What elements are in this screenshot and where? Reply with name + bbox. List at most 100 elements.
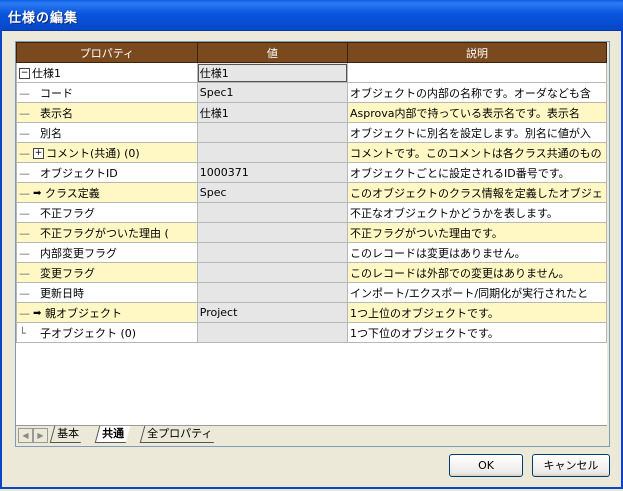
tree-line-icon: — bbox=[19, 286, 30, 300]
description-cell: オブジェクトごとに設定されるID番号です。 bbox=[347, 162, 607, 183]
description-cell: オブジェクトに別名を設定します。別名に値が入 bbox=[347, 122, 607, 143]
table-row[interactable]: — 別名 オブジェクトに別名を設定します。別名に値が入 bbox=[16, 122, 607, 143]
property-cell[interactable]: — オブジェクトID bbox=[16, 162, 198, 183]
tree-end-icon: └ bbox=[19, 326, 26, 340]
value-cell[interactable]: Project bbox=[196, 302, 349, 323]
property-label: 表示名 bbox=[40, 106, 73, 120]
property-label: 変更フラグ bbox=[40, 266, 95, 280]
property-label: 不正フラグ bbox=[40, 206, 95, 220]
value-cell[interactable] bbox=[196, 122, 349, 143]
tree-line-icon: — bbox=[19, 106, 30, 120]
tab-scroll-right-icon[interactable]: ▶ bbox=[33, 428, 48, 443]
tree-line-icon: — bbox=[19, 206, 30, 220]
table-row[interactable]: — ➡ クラス定義 Spec このオブジェクトのクラス情報を定義したオブジェ bbox=[16, 182, 607, 203]
property-label: コード bbox=[40, 86, 73, 100]
property-table: プロパティ 値 説明 − 仕様1 仕様1— コード Spec1 オブジェクトの内部の名称… bbox=[16, 42, 607, 343]
property-cell[interactable]: − 仕様1 bbox=[16, 62, 198, 83]
table-row[interactable]: — 不正フラグがついた理由 ( 不正フラグがついた理由です。 bbox=[16, 222, 607, 243]
tab-common[interactable]: 共通 bbox=[94, 426, 131, 443]
description-cell: 1つ下位のオブジェクトです。 bbox=[347, 322, 607, 343]
value-cell[interactable]: 仕様1 bbox=[196, 102, 349, 123]
property-grid[interactable]: プロパティ 値 説明 − 仕様1 仕様1— コード Spec1 オブジェクトの内部の名称… bbox=[16, 42, 607, 425]
property-cell[interactable]: — 更新日時 bbox=[16, 282, 198, 303]
ok-button[interactable]: OK bbox=[449, 454, 523, 477]
cancel-button[interactable]: キャンセル bbox=[532, 454, 610, 477]
tab-all-properties[interactable]: 全プロパティ bbox=[139, 426, 219, 443]
collapse-icon[interactable]: − bbox=[19, 68, 30, 79]
property-label: 別名 bbox=[40, 126, 62, 140]
table-row[interactable]: — + コメント(共通) (0) コメントです。このコメントは各クラス共通のもの bbox=[16, 142, 607, 163]
table-row[interactable]: — 変更フラグ このレコードは外部での変更はありません。 bbox=[16, 262, 607, 283]
property-label: コメント(共通) (0) bbox=[46, 146, 140, 160]
value-cell[interactable] bbox=[196, 242, 349, 263]
value-cell[interactable] bbox=[196, 142, 349, 163]
description-cell: このレコードは変更はありません。 bbox=[347, 242, 607, 263]
value-cell[interactable] bbox=[196, 282, 349, 303]
property-cell[interactable]: — コード bbox=[16, 82, 198, 103]
property-label: 不正フラグがついた理由 ( bbox=[40, 226, 169, 240]
tree-line-icon: — bbox=[19, 226, 30, 240]
description-cell: Asprova内部で持っている表示名です。表示名 bbox=[347, 102, 607, 123]
value-cell[interactable] bbox=[196, 202, 349, 223]
property-cell[interactable]: └ 子オブジェクト (0) bbox=[16, 322, 198, 343]
value-cell[interactable]: 1000371 bbox=[196, 162, 349, 183]
title-bar: 仕様の編集 bbox=[0, 0, 623, 31]
tree-line-icon: — bbox=[19, 126, 30, 140]
tab-scroll-left-icon[interactable]: ◀ bbox=[18, 428, 33, 443]
description-cell: 不正フラグがついた理由です。 bbox=[347, 222, 607, 243]
arrow-right-icon: ➡ bbox=[33, 188, 42, 199]
value-cell[interactable]: Spec bbox=[196, 182, 349, 203]
tree-line-icon: — bbox=[19, 166, 30, 180]
column-header-description[interactable]: 説明 bbox=[347, 42, 607, 63]
property-label: 親オブジェクト bbox=[45, 306, 122, 320]
column-header-property[interactable]: プロパティ bbox=[16, 42, 198, 63]
property-cell[interactable]: — 内部変更フラグ bbox=[16, 242, 198, 263]
table-row[interactable]: — オブジェクトID 1000371 オブジェクトごとに設定されるID番号です。 bbox=[16, 162, 607, 183]
tree-line-icon: — bbox=[19, 146, 30, 160]
description-cell: オブジェクトの内部の名称です。オーダなども含 bbox=[347, 82, 607, 103]
header-row: プロパティ 値 説明 bbox=[16, 42, 607, 63]
property-label: オブジェクトID bbox=[40, 166, 118, 180]
tab-basic[interactable]: 基本 bbox=[49, 426, 86, 443]
value-cell[interactable]: 仕様1 bbox=[196, 62, 349, 83]
expand-icon[interactable]: + bbox=[33, 148, 44, 159]
property-label: 内部変更フラグ bbox=[40, 246, 117, 260]
table-row[interactable]: — ➡ 親オブジェクト Project 1つ上位のオブジェクトです。 bbox=[16, 302, 607, 323]
table-row[interactable]: — 更新日時 インポート/エクスポート/同期化が実行されたと bbox=[16, 282, 607, 303]
property-cell[interactable]: — ➡ 親オブジェクト bbox=[16, 302, 198, 323]
value-cell[interactable] bbox=[196, 222, 349, 243]
property-label: クラス定義 bbox=[45, 186, 100, 200]
property-cell[interactable]: — ➡ クラス定義 bbox=[16, 182, 198, 203]
table-row[interactable]: — 不正フラグ 不正なオブジェクトかどうかを表します。 bbox=[16, 202, 607, 223]
tree-line-icon: — bbox=[19, 86, 30, 100]
property-cell[interactable]: — 表示名 bbox=[16, 102, 198, 123]
description-cell: 1つ上位のオブジェクトです。 bbox=[347, 302, 607, 323]
description-cell: このレコードは外部での変更はありません。 bbox=[347, 262, 607, 283]
column-header-value[interactable]: 値 bbox=[196, 42, 349, 63]
description-cell bbox=[347, 62, 607, 83]
table-row[interactable]: — コード Spec1 オブジェクトの内部の名称です。オーダなども含 bbox=[16, 82, 607, 103]
description-cell: 不正なオブジェクトかどうかを表します。 bbox=[347, 202, 607, 223]
property-cell[interactable]: — + コメント(共通) (0) bbox=[16, 142, 198, 163]
arrow-right-icon: ➡ bbox=[33, 308, 42, 319]
property-cell[interactable]: — 変更フラグ bbox=[16, 262, 198, 283]
description-cell: このオブジェクトのクラス情報を定義したオブジェ bbox=[347, 182, 607, 203]
tree-line-icon: — bbox=[19, 266, 30, 280]
tree-line-icon: — bbox=[19, 186, 30, 200]
table-row[interactable]: └ 子オブジェクト (0) 1つ下位のオブジェクトです。 bbox=[16, 322, 607, 343]
table-row[interactable]: — 内部変更フラグ このレコードは変更はありません。 bbox=[16, 242, 607, 263]
sheet-tabs-bar: ◀ ▶ 基本 共通 全プロパティ bbox=[16, 425, 607, 445]
value-cell[interactable] bbox=[196, 322, 349, 343]
property-label: 更新日時 bbox=[40, 286, 84, 300]
value-cell[interactable] bbox=[196, 262, 349, 283]
property-cell[interactable]: — 不正フラグ bbox=[16, 202, 198, 223]
tree-line-icon: — bbox=[19, 246, 30, 260]
property-cell[interactable]: — 別名 bbox=[16, 122, 198, 143]
table-row[interactable]: − 仕様1 仕様1 bbox=[16, 62, 607, 83]
description-cell: コメントです。このコメントは各クラス共通のもの bbox=[347, 142, 607, 163]
value-cell[interactable]: Spec1 bbox=[196, 82, 349, 103]
property-cell[interactable]: — 不正フラグがついた理由 ( bbox=[16, 222, 198, 243]
window-title: 仕様の編集 bbox=[8, 11, 79, 26]
table-row[interactable]: — 表示名 仕様1 Asprova内部で持っている表示名です。表示名 bbox=[16, 102, 607, 123]
description-cell: インポート/エクスポート/同期化が実行されたと bbox=[347, 282, 607, 303]
